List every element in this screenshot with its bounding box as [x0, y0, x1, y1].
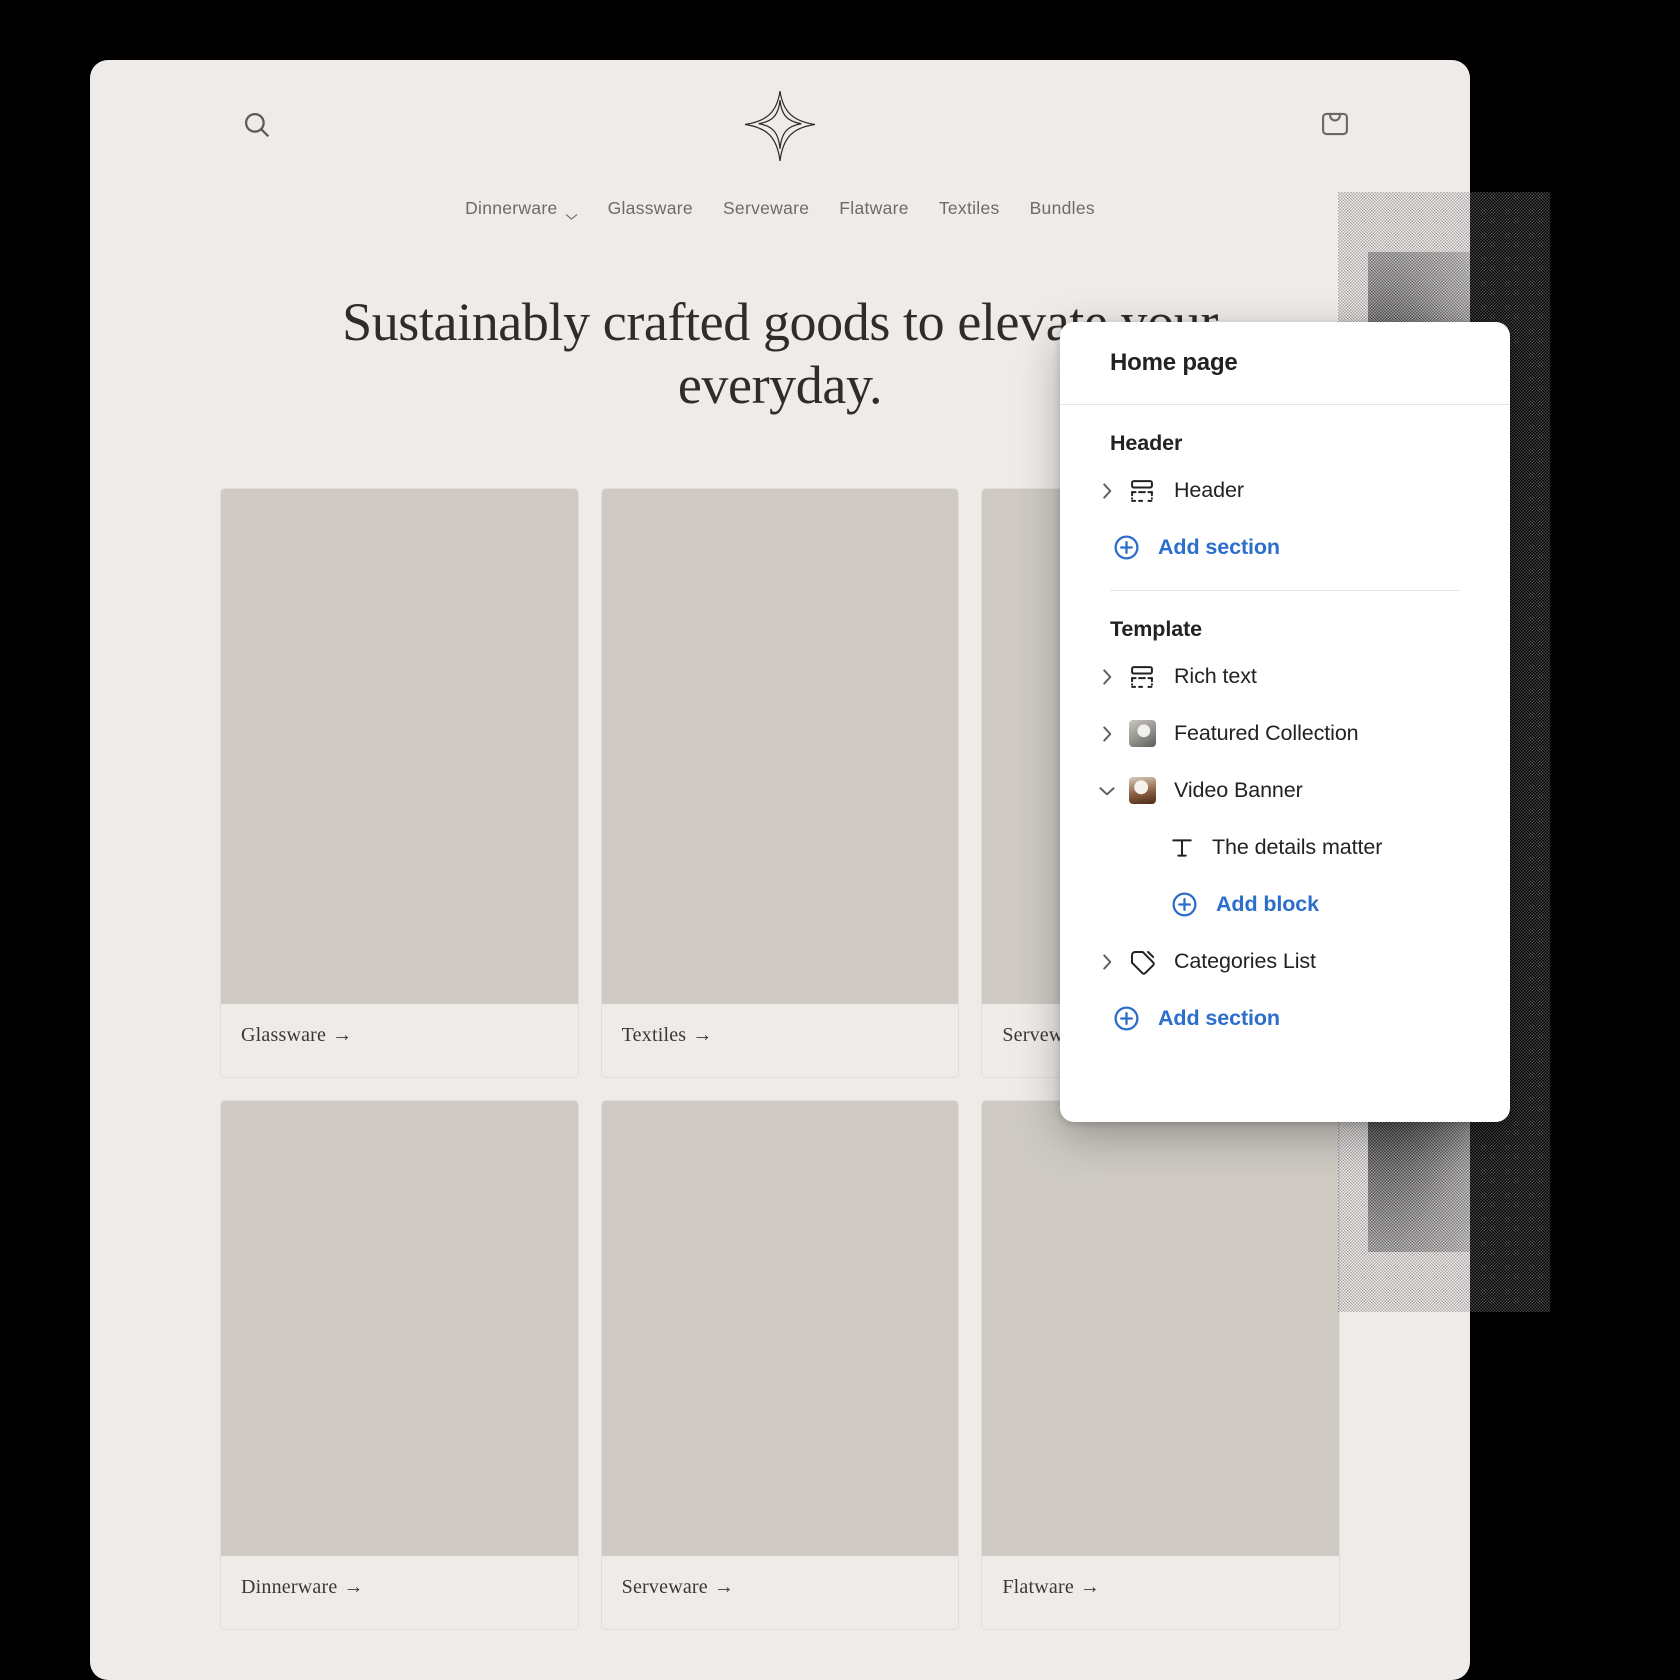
add-block-label: Add block — [1216, 892, 1320, 916]
collection-image — [221, 1101, 578, 1557]
page-title: Home page — [1110, 349, 1238, 376]
collection-image — [982, 1101, 1339, 1557]
collection-card-caption: Flatware → — [982, 1556, 1339, 1629]
collection-card-textiles[interactable]: Textiles → — [600, 488, 960, 1079]
section-row-label: Video Banner — [1174, 778, 1303, 802]
image-thumbnail-icon — [1128, 720, 1156, 748]
shopping-bag-icon[interactable] — [1318, 106, 1352, 140]
section-row-rich-text[interactable]: Rich text — [1060, 648, 1510, 705]
block-row-label: The details matter — [1212, 835, 1383, 859]
collection-image — [601, 489, 959, 1005]
section-row-video-banner[interactable]: Video Banner — [1060, 762, 1510, 819]
add-section-button-template[interactable]: Add section — [1060, 990, 1510, 1047]
circle-plus-icon — [1170, 890, 1199, 919]
arrow-right-icon: → — [1079, 1576, 1101, 1599]
chevron-right-icon[interactable] — [1096, 951, 1118, 973]
chevron-right-icon[interactable] — [1096, 666, 1118, 688]
collection-card-caption: Glassware → — [221, 1004, 578, 1077]
collection-image — [601, 1101, 959, 1557]
group-title-header: Header — [1110, 431, 1183, 455]
image-thumbnail-icon — [1128, 777, 1156, 805]
section-row-label: Rich text — [1174, 664, 1257, 688]
collection-card-glassware[interactable]: Glassware → — [220, 488, 579, 1079]
section-layout-icon — [1128, 477, 1156, 505]
arrow-right-icon: → — [332, 1024, 353, 1047]
group-title-template: Template — [1110, 617, 1202, 641]
collection-image — [221, 489, 578, 1005]
section-row-label: Featured Collection — [1174, 721, 1359, 745]
text-block-icon — [1168, 834, 1196, 862]
collection-card-label: Glassware — [241, 1024, 327, 1047]
section-row-header[interactable]: Header — [1060, 462, 1510, 519]
section-layout-icon — [1128, 663, 1156, 691]
tag-icon — [1128, 948, 1156, 976]
section-row-label: Header — [1174, 478, 1244, 502]
collection-card-label: Textiles — [621, 1024, 687, 1047]
collection-card-label: Dinnerware — [241, 1576, 338, 1599]
section-editor-panel: Home page Header Header Add section Temp… — [1060, 322, 1510, 1122]
collection-card-dinnerware[interactable]: Dinnerware → — [220, 1100, 579, 1631]
collection-card-caption: Serveware→ — [602, 1556, 959, 1629]
chevron-right-icon[interactable] — [1096, 723, 1118, 745]
add-section-label: Add section — [1158, 535, 1280, 559]
collection-card-label: Serveware — [621, 1576, 708, 1599]
circle-plus-icon — [1112, 1004, 1141, 1033]
arrow-right-icon: → — [343, 1576, 364, 1599]
chevron-right-icon[interactable] — [1096, 480, 1118, 502]
chevron-down-icon[interactable] — [1096, 780, 1118, 802]
collection-card-flatware[interactable]: Flatware → — [981, 1100, 1340, 1631]
collection-card-caption: Dinnerware → — [221, 1556, 578, 1629]
collection-card-label: Flatware — [1002, 1576, 1074, 1599]
section-row-label: Categories List — [1174, 949, 1316, 973]
arrow-right-icon: → — [692, 1024, 713, 1047]
four-point-star-logo — [742, 88, 818, 164]
panel-header: Home page — [1060, 322, 1510, 405]
storefront-header — [90, 60, 1470, 220]
block-row-the-details-matter[interactable]: The details matter — [1060, 819, 1510, 876]
add-block-button[interactable]: Add block — [1060, 876, 1510, 933]
collection-card-caption: Textiles → — [602, 1004, 959, 1077]
section-row-featured-collection[interactable]: Featured Collection — [1060, 705, 1510, 762]
add-section-button-header[interactable]: Add section — [1060, 519, 1510, 576]
search-icon[interactable] — [240, 108, 274, 142]
arrow-right-icon: → — [713, 1576, 735, 1599]
circle-plus-icon — [1112, 533, 1141, 562]
collection-card-serveware[interactable]: Serveware → — [600, 1100, 960, 1631]
section-row-categories-list[interactable]: Categories List — [1060, 933, 1510, 990]
add-section-label: Add section — [1158, 1006, 1280, 1030]
